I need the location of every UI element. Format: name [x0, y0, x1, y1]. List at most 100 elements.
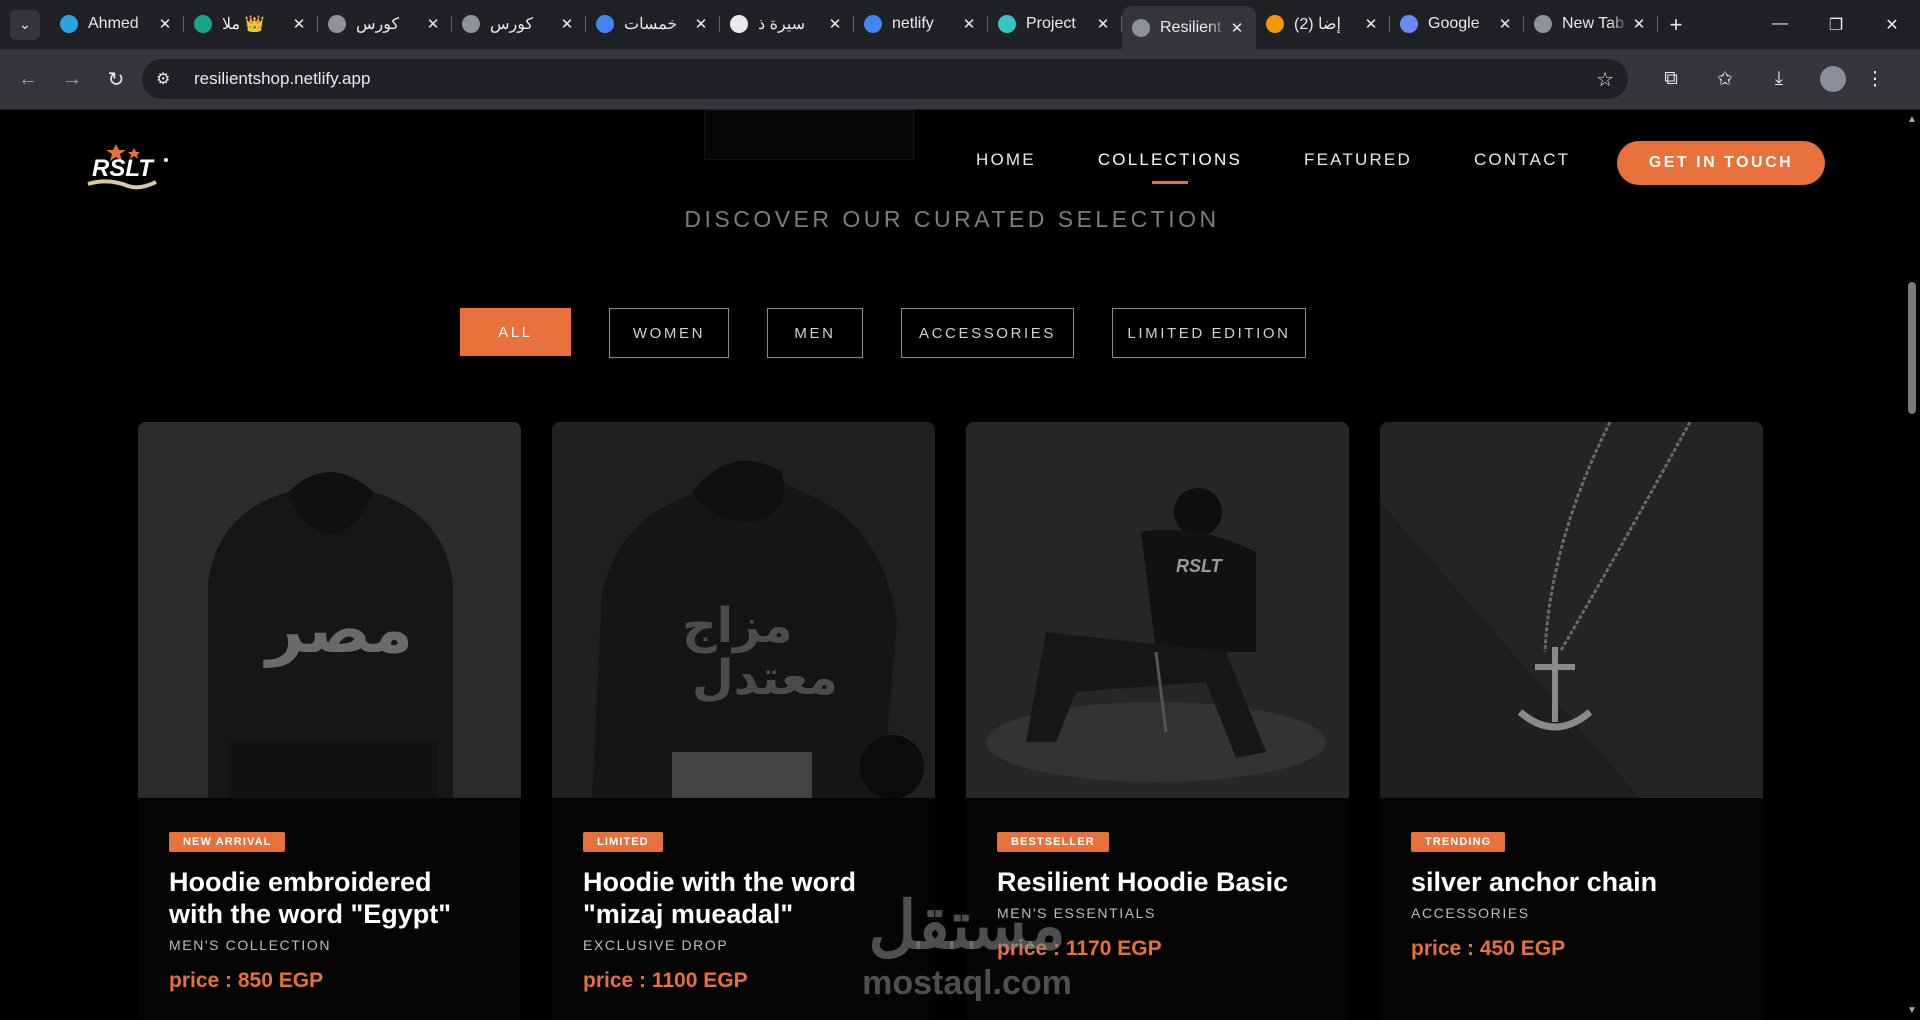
product-image[interactable] — [1380, 422, 1763, 798]
product-price: price : 850 EGP — [169, 969, 324, 992]
filter-limited-edition[interactable]: LIMITED EDITION — [1112, 308, 1306, 358]
product-title[interactable]: Hoodie embroidered with the word "Egypt" — [169, 866, 490, 930]
get-in-touch-button[interactable]: GET IN TOUCH — [1617, 141, 1825, 185]
main-nav: HOME COLLECTIONS FEATURED CONTACT — [976, 150, 1632, 184]
filter-accessories[interactable]: ACCESSORIES — [901, 308, 1074, 358]
logo-text: RSLT — [92, 155, 155, 182]
product-info: TRENDING silver anchor chain ACCESSORIES pr… — [1380, 798, 1763, 961]
menu-icon[interactable]: ⋮ — [1860, 68, 1890, 91]
nav-link-collections[interactable]: COLLECTIONS — [1098, 150, 1242, 184]
bookmark-star-icon[interactable]: ☆ — [1596, 67, 1614, 92]
svg-text:RSLT: RSLT — [1176, 556, 1224, 576]
product-badge: TRENDING — [1411, 832, 1506, 852]
browser-tab[interactable]: Project ✕ — [988, 6, 1122, 42]
product-info: NEW ARRIVAL Hoodie embroidered with the w… — [138, 798, 521, 993]
close-tab-icon[interactable]: ✕ — [558, 15, 576, 33]
close-tab-icon[interactable]: ✕ — [960, 15, 978, 33]
close-tab-icon[interactable]: ✕ — [1362, 15, 1380, 33]
tab-search-button[interactable]: ⌄ — [10, 9, 40, 40]
product-card[interactable]: مصر NEW ARRIVAL Hoodie embroidered with th… — [138, 422, 521, 1020]
product-info: LIMITED Hoodie with the word "mizaj muead… — [552, 798, 935, 993]
scroll-down-icon[interactable]: ▼ — [1907, 1005, 1917, 1016]
extensions-icon[interactable]: ⧉ — [1644, 68, 1698, 90]
address-bar[interactable]: ⚙ resilientshop.netlify.app ☆ — [142, 59, 1628, 99]
page-scrollbar[interactable]: ▲ ▼ — [1904, 110, 1920, 1020]
product-title[interactable]: Resilient Hoodie Basic — [997, 866, 1318, 898]
product-card[interactable]: TRENDING silver anchor chain ACCESSORIES pr… — [1380, 422, 1763, 1020]
bookmarks-icon[interactable]: ✩ — [1698, 68, 1752, 91]
product-category: MEN'S COLLECTION — [169, 937, 332, 953]
minimize-icon[interactable]: — — [1752, 15, 1808, 35]
close-tab-icon[interactable]: ✕ — [424, 15, 442, 33]
app-icon — [194, 15, 212, 33]
browser-tab[interactable]: كورس ✕ — [452, 6, 586, 42]
close-tab-icon[interactable]: ✕ — [1496, 15, 1514, 33]
telegram-icon — [60, 15, 78, 33]
product-image[interactable]: RSLT — [966, 422, 1349, 798]
filter-bar: ALL WOMEN MEN ACCESSORIES LIMITED EDITION — [460, 308, 1344, 358]
back-button[interactable]: ← — [6, 68, 50, 91]
product-grid: مصر NEW ARRIVAL Hoodie embroidered with th… — [138, 422, 1763, 1020]
browser-tab[interactable]: New Tab ✕ — [1524, 6, 1658, 42]
filter-all[interactable]: ALL — [460, 308, 571, 356]
product-image[interactable]: مزاج معتدل — [552, 422, 935, 798]
nav-link-home[interactable]: HOME — [976, 150, 1036, 170]
svg-text:مصر: مصر — [263, 591, 413, 668]
close-tab-icon[interactable]: ✕ — [1630, 15, 1648, 33]
rslt-logo[interactable]: RSLT — [78, 138, 178, 198]
browser-tab[interactable]: كورس ✕ — [318, 6, 452, 42]
filter-men[interactable]: MEN — [767, 308, 863, 358]
close-tab-icon[interactable]: ✕ — [692, 15, 710, 33]
product-title[interactable]: Hoodie with the word "mizaj mueadal" — [583, 866, 904, 930]
product-title[interactable]: silver anchor chain — [1411, 866, 1732, 898]
close-tab-icon[interactable]: ✕ — [1094, 15, 1112, 33]
close-tab-icon[interactable]: ✕ — [826, 15, 844, 33]
nav-link-featured[interactable]: FEATURED — [1304, 150, 1412, 170]
product-badge: NEW ARRIVAL — [169, 832, 286, 852]
page-viewport: RSLT HOME COLLECTIONS FEATURED CONTACT GET … — [0, 110, 1904, 1020]
close-tab-icon[interactable]: ✕ — [156, 15, 174, 33]
globe-icon — [328, 15, 346, 33]
scroll-up-icon[interactable]: ▲ — [1907, 114, 1917, 125]
tab-title: New Tab — [1562, 15, 1624, 32]
product-badge: BESTSELLER — [997, 832, 1109, 852]
browser-tab[interactable]: Resilient ✕ — [1122, 6, 1256, 49]
close-tab-icon[interactable]: ✕ — [1228, 19, 1246, 37]
browser-tab[interactable]: (2) إضا ✕ — [1256, 6, 1390, 42]
browser-toolbar: ← → ↻ ⚙ resilientshop.netlify.app ☆ ⧉ ✩ … — [0, 49, 1920, 109]
product-card[interactable]: مزاج معتدل LIMITED Hoodie with the word "mi… — [552, 422, 935, 1020]
browser-tab[interactable]: Google ✕ — [1390, 6, 1524, 42]
reload-button[interactable]: ↻ — [94, 67, 138, 92]
window-controls: — ❐ ✕ — [1752, 15, 1920, 35]
svg-text:مزاج: مزاج — [682, 598, 793, 654]
notification-icon — [1266, 15, 1284, 33]
product-price: price : 450 EGP — [1411, 937, 1566, 960]
forward-button[interactable]: → — [50, 68, 94, 91]
chatgpt-icon — [730, 15, 748, 33]
profile-avatar[interactable] — [1820, 66, 1846, 92]
url-text[interactable]: resilientshop.netlify.app — [194, 69, 1596, 89]
nav-link-contact[interactable]: CONTACT — [1474, 150, 1570, 170]
globe-icon — [462, 15, 480, 33]
browser-tab[interactable]: سيرة ذ ✕ — [720, 6, 854, 42]
browser-tab[interactable]: ملا 👑 ✕ — [184, 6, 318, 42]
browser-tab[interactable]: خمسات ✕ — [586, 6, 720, 42]
product-card[interactable]: RSLT BESTSELLER Resilient Hoodie Basic MEN'… — [966, 422, 1349, 1020]
tab-title: Project — [1026, 15, 1076, 32]
close-window-icon[interactable]: ✕ — [1864, 15, 1920, 35]
new-tab-button[interactable]: + — [1658, 12, 1694, 38]
browser-tab[interactable]: netlify ✕ — [854, 6, 988, 42]
restore-icon[interactable]: ❐ — [1808, 15, 1864, 35]
scrollbar-thumb[interactable] — [1908, 282, 1916, 414]
tab-title: netlify — [892, 15, 934, 32]
browser-tab[interactable]: Ahmed ✕ — [50, 6, 184, 42]
gemini-icon — [1400, 15, 1418, 33]
download-icon[interactable]: ⤓ — [1752, 68, 1806, 90]
product-image[interactable]: مصر — [138, 422, 521, 798]
product-badge: LIMITED — [583, 832, 663, 852]
site-info-icon[interactable]: ⚙ — [156, 69, 180, 89]
tab-title: Resilient — [1160, 18, 1222, 36]
close-tab-icon[interactable]: ✕ — [290, 15, 308, 33]
tab-title: كورس — [356, 16, 400, 33]
filter-women[interactable]: WOMEN — [609, 308, 729, 358]
